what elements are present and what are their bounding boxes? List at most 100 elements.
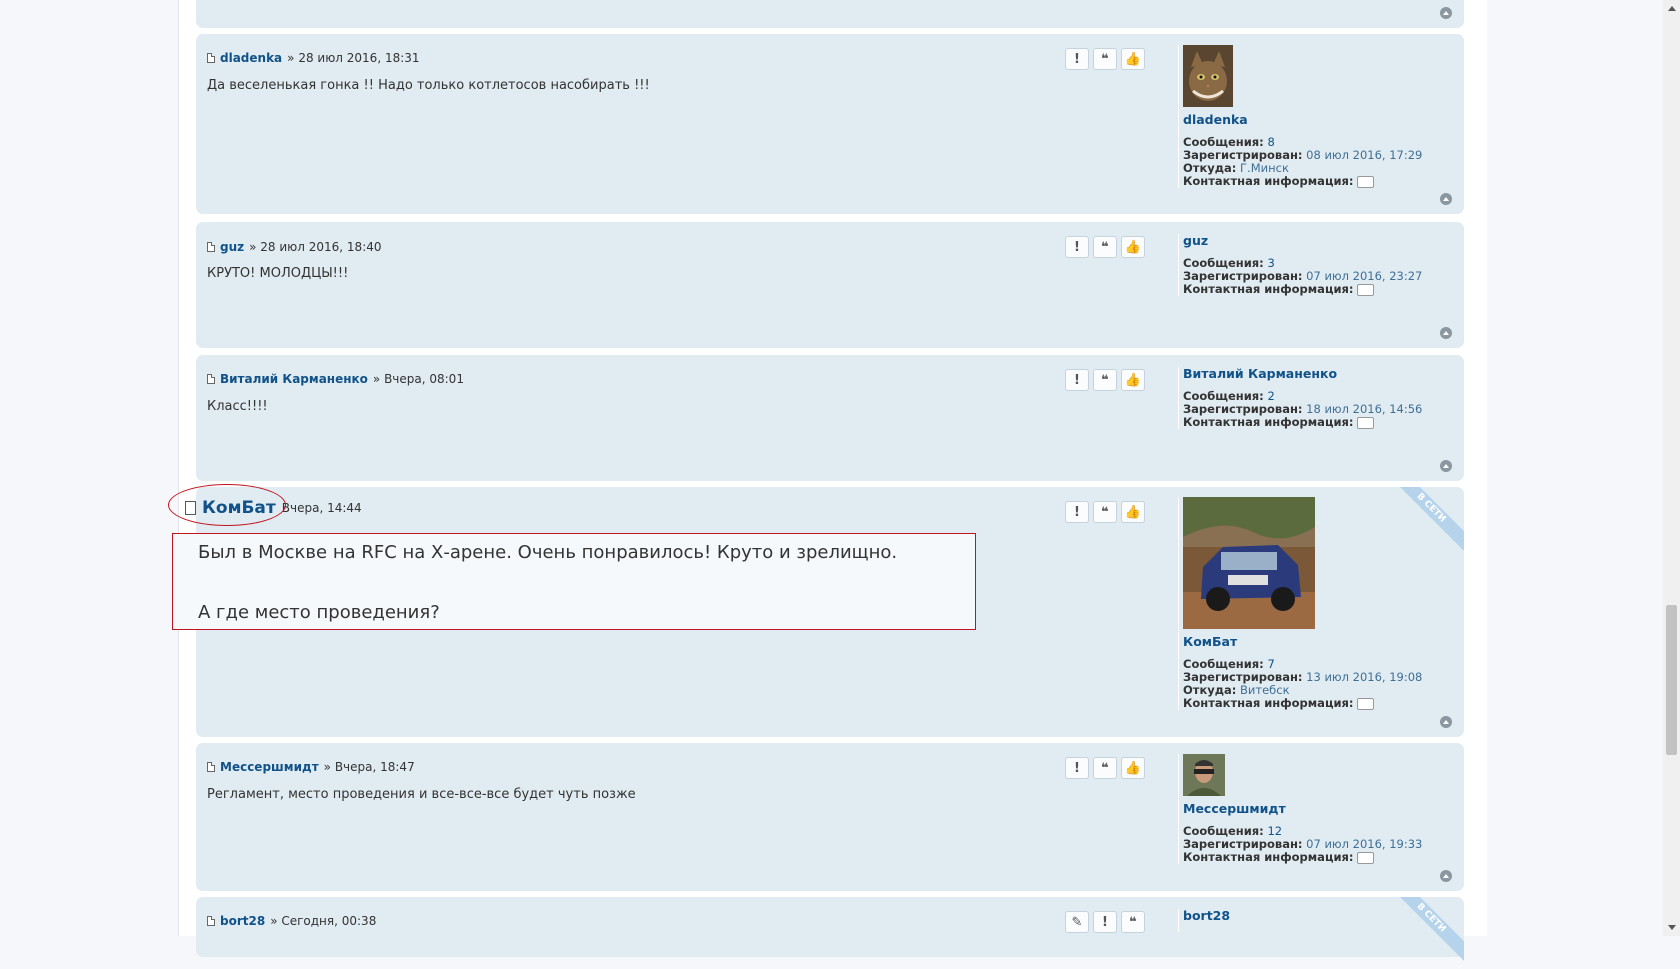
report-button[interactable]: ! — [1093, 911, 1117, 933]
profile-name[interactable]: bort28 — [1183, 909, 1230, 922]
back-to-top-icon[interactable] — [1440, 460, 1452, 472]
post-text-line: Был в Москве на RFC на Х-арене. Очень по… — [198, 542, 898, 563]
quote-button[interactable]: ❝ — [1093, 369, 1117, 391]
report-button[interactable]: ! — [1065, 48, 1089, 70]
avatar[interactable] — [1183, 45, 1233, 107]
back-to-top-icon[interactable] — [1440, 7, 1452, 19]
post-header: Мессершмидт » Вчера, 18:47 — [207, 760, 415, 774]
scroll-up-icon[interactable] — [1668, 6, 1676, 11]
post-icon[interactable] — [207, 762, 215, 772]
edit-button[interactable]: ✎ — [1065, 911, 1089, 933]
post-messershmidt: Мессершмидт » Вчера, 18:47 ! ❝ 👍 Регламе… — [196, 743, 1464, 891]
post-author[interactable]: dladenka — [220, 51, 282, 65]
from-value: Г.Минск — [1240, 161, 1289, 175]
post-author[interactable]: bort28 — [220, 914, 265, 928]
posts-count[interactable]: 8 — [1267, 135, 1274, 149]
post-buttons: ! ❝ 👍 — [1065, 501, 1145, 523]
post-bort28: В СЕТИ bort28 » Сегодня, 00:38 ✎ ! ❝ bor… — [196, 897, 1464, 962]
post-header: Виталий Карманенко » Вчера, 08:01 — [207, 372, 464, 386]
report-button[interactable]: ! — [1065, 501, 1089, 523]
contact-icon[interactable] — [1356, 283, 1374, 296]
scroll-down-icon[interactable] — [1668, 925, 1676, 930]
reg-date: 13 июл 2016, 19:08 — [1306, 670, 1423, 684]
quote-button[interactable]: ❝ — [1121, 911, 1145, 933]
like-button[interactable]: 👍 — [1121, 757, 1145, 779]
post-date: » 28 июл 2016, 18:31 — [287, 51, 420, 65]
like-button[interactable]: 👍 — [1121, 48, 1145, 70]
like-button[interactable]: 👍 — [1121, 236, 1145, 258]
post-content: Класс!!!! — [207, 399, 268, 414]
post-date: » Сегодня, 00:38 — [270, 914, 377, 928]
post-buttons: ! ❝ 👍 — [1065, 236, 1145, 258]
scrollbar[interactable] — [1663, 0, 1680, 936]
reg-label: Зарегистрирован: — [1183, 837, 1303, 851]
post-content: Да веселенькая гонка !! Надо только котл… — [207, 78, 650, 93]
reg-label: Зарегистрирован: — [1183, 148, 1303, 162]
post-profile: КомБат Сообщения: 7 Зарегистрирован: 13 … — [1178, 497, 1422, 710]
quote-button[interactable]: ❝ — [1093, 236, 1117, 258]
posts-count[interactable]: 3 — [1267, 256, 1274, 270]
contact-icon[interactable] — [1356, 416, 1374, 429]
contact-icon[interactable] — [1356, 851, 1374, 864]
profile-name[interactable]: guz — [1183, 234, 1422, 247]
post-content-zoomed: Был в Москве на RFC на Х-арене. Очень по… — [172, 533, 976, 630]
post-author[interactable]: Мессершмидт — [220, 760, 319, 774]
back-to-top-icon[interactable] — [1440, 870, 1452, 882]
report-button[interactable]: ! — [1065, 369, 1089, 391]
profile-name[interactable]: dladenka — [1183, 113, 1422, 126]
post-buttons: ! ❝ 👍 — [1065, 369, 1145, 391]
contact-icon[interactable] — [1356, 697, 1374, 710]
post-profile: dladenka Сообщения: 8 Зарегистрирован: 0… — [1178, 45, 1422, 188]
avatar[interactable] — [1183, 497, 1315, 629]
posts-count[interactable]: 7 — [1267, 657, 1274, 671]
quote-button[interactable]: ❝ — [1093, 48, 1117, 70]
scroll-thumb[interactable] — [1666, 605, 1677, 755]
reg-date: 08 июл 2016, 17:29 — [1306, 148, 1423, 162]
posts-label: Сообщения: — [1183, 135, 1264, 149]
contact-icon[interactable] — [1356, 175, 1374, 188]
post-icon[interactable] — [207, 242, 215, 252]
contact-label: Контактная информация: — [1183, 415, 1354, 429]
like-button[interactable]: 👍 — [1121, 369, 1145, 391]
post-profile: guz Сообщения: 3 Зарегистрирован: 07 июл… — [1178, 234, 1422, 296]
profile-name[interactable]: Виталий Карманенко — [1183, 367, 1422, 380]
post-author[interactable]: guz — [220, 240, 244, 254]
report-button[interactable]: ! — [1065, 236, 1089, 258]
post-profile: Виталий Карманенко Сообщения: 2 Зарегист… — [1178, 367, 1422, 429]
reg-date: 07 июл 2016, 23:27 — [1306, 269, 1423, 283]
from-label: Откуда: — [1183, 161, 1237, 175]
back-to-top-icon[interactable] — [1440, 716, 1452, 728]
post-icon[interactable] — [207, 916, 215, 926]
profile-name[interactable]: КомБат — [1183, 635, 1422, 648]
avatar[interactable] — [1183, 754, 1225, 796]
post-content: Регламент, место проведения и все-все-вс… — [207, 787, 636, 802]
post-buttons: ✎ ! ❝ — [1065, 911, 1145, 933]
post-author[interactable]: Виталий Карманенко — [220, 372, 368, 386]
report-button[interactable]: ! — [1065, 757, 1089, 779]
contact-label: Контактная информация: — [1183, 174, 1354, 188]
post-date: » Вчера, 08:01 — [372, 372, 464, 386]
profile-name[interactable]: Мессершмидт — [1183, 802, 1422, 815]
posts-count[interactable]: 2 — [1267, 389, 1274, 403]
posts-label: Сообщения: — [1183, 256, 1264, 270]
post-icon[interactable] — [207, 374, 215, 384]
like-button[interactable]: 👍 — [1121, 501, 1145, 523]
posts-label: Сообщения: — [1183, 824, 1264, 838]
back-to-top-icon[interactable] — [1440, 327, 1452, 339]
quote-button[interactable]: ❝ — [1093, 757, 1117, 779]
post-date: Вчера, 14:44 — [281, 501, 362, 515]
post-header: bort28 » Сегодня, 00:38 — [207, 914, 376, 928]
highlight-ellipse — [168, 484, 286, 526]
posts-count[interactable]: 12 — [1267, 824, 1282, 838]
from-label: Откуда: — [1183, 683, 1237, 697]
from-value: Витебск — [1240, 683, 1290, 697]
post-profile: Мессершмидт Сообщения: 12 Зарегистрирова… — [1178, 754, 1422, 864]
post-text-line: А где место проведения? — [198, 602, 440, 623]
post-icon[interactable] — [207, 53, 215, 63]
post-header: dladenka » 28 июл 2016, 18:31 — [207, 51, 420, 65]
post-date: » Вчера, 18:47 — [323, 760, 415, 774]
quote-button[interactable]: ❝ — [1093, 501, 1117, 523]
posts-label: Сообщения: — [1183, 657, 1264, 671]
post-header: guz » 28 июл 2016, 18:40 — [207, 240, 382, 254]
back-to-top-icon[interactable] — [1440, 193, 1452, 205]
